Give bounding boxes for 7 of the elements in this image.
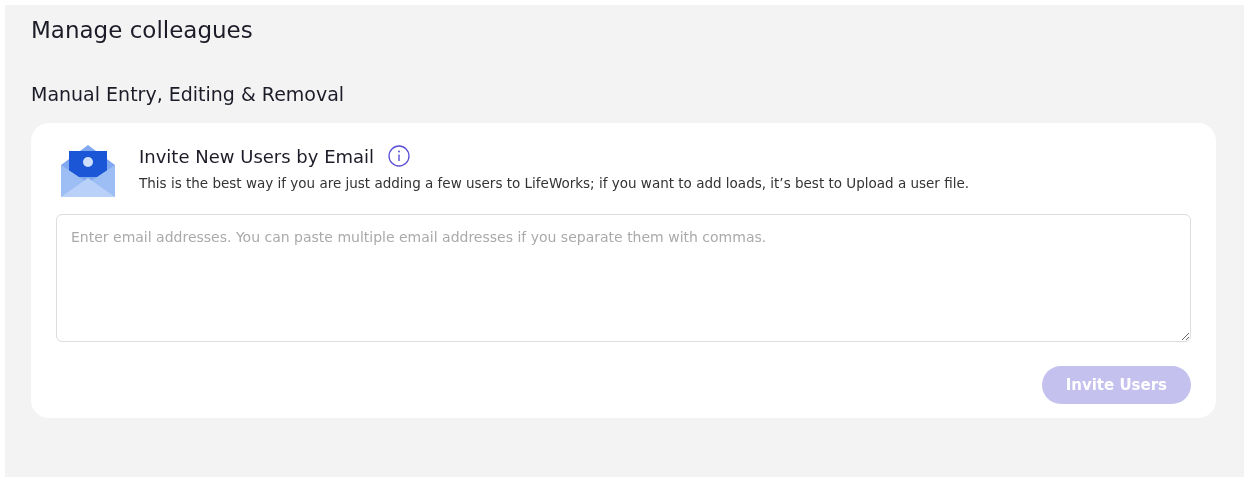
info-icon[interactable]	[388, 145, 411, 167]
envelope-icon	[61, 145, 115, 197]
email-input-field[interactable]: Enter email addresses. You can paste multiple email addresses if you separate them with commas.	[56, 214, 1191, 342]
section-title: Manual Entry, Editing & Removal	[31, 83, 346, 105]
page-title: Manage colleagues	[31, 17, 254, 45]
card-title: Invite New Users by Email	[139, 145, 375, 167]
card-description: This is the best way if you are just adding a few users to LifeWorks; if you want to add loads, it’s best to Upload a user file.	[139, 175, 970, 192]
